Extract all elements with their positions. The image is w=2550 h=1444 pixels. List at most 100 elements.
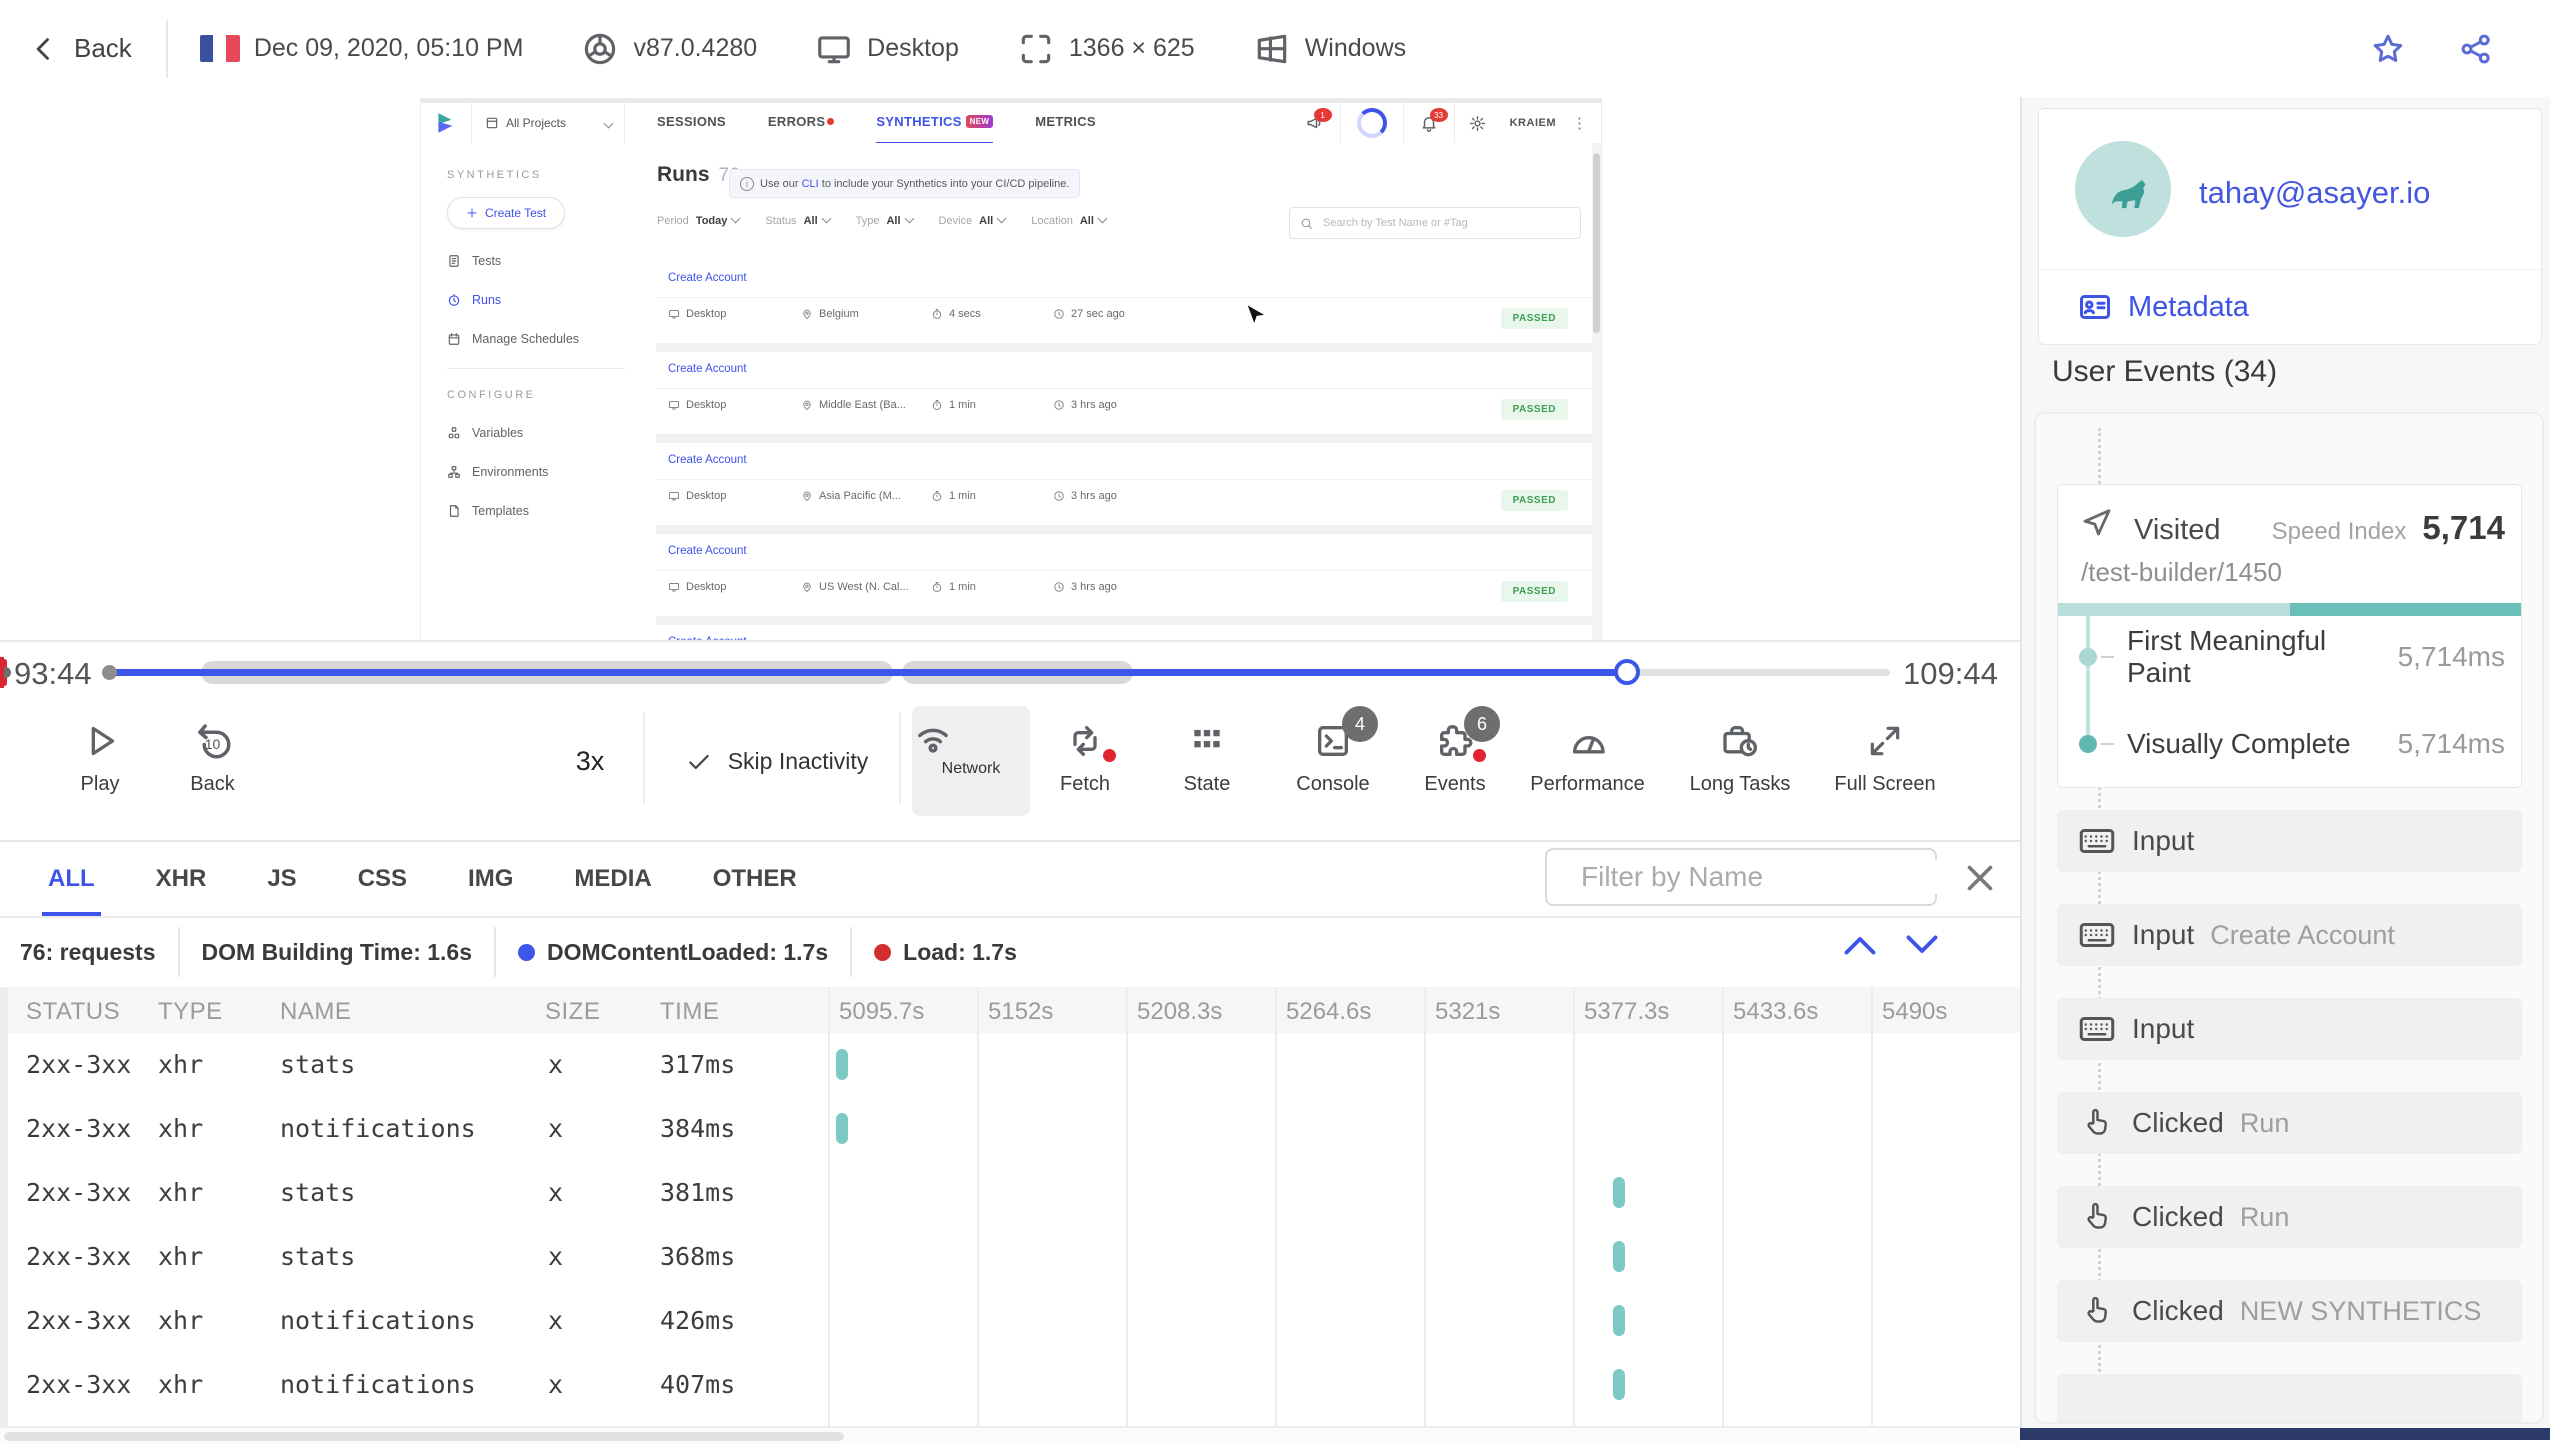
request-name: stats	[280, 1242, 356, 1271]
visited-progress-bar	[2058, 603, 2521, 616]
stopwatch-icon	[932, 582, 942, 592]
network-request-row[interactable]: 2xx-3xx xhr stats x 368ms	[0, 1225, 2020, 1289]
user-event-card[interactable]: Clicked Run	[2057, 1186, 2522, 1248]
long-tasks-panel-button[interactable]: Long Tasks	[1665, 718, 1815, 796]
run-time-ago: 3 hrs ago	[1053, 581, 1117, 593]
request-waterfall-bar	[836, 1049, 848, 1080]
run-test-name: Create Account	[668, 272, 747, 284]
time-axis-tick: 5152s	[977, 987, 1053, 1426]
request-size: x	[548, 1178, 564, 1207]
tab-img[interactable]: IMG	[468, 842, 513, 916]
console-panel-button[interactable]: 4 Console	[1278, 706, 1388, 796]
runs-filters: Period Today Status All Type All Device All	[657, 213, 1108, 227]
table-horizontal-scrollbar[interactable]	[0, 1426, 2020, 1444]
playback-timeline[interactable]: 93:44 109:44	[0, 640, 2020, 702]
event-marker[interactable]	[0, 657, 4, 688]
sidebar-item-variables: Variables	[447, 426, 651, 440]
spinner-icon	[1356, 108, 1387, 138]
share-icon[interactable]	[2458, 31, 2494, 67]
metadata-button[interactable]: Metadata	[2077, 289, 2249, 325]
resolution-info: 1366 × 625	[1017, 30, 1195, 68]
calendar-icon	[448, 333, 460, 345]
tab-js[interactable]: JS	[267, 842, 296, 916]
skip-inactivity-toggle[interactable]: Skip Inactivity	[662, 748, 892, 775]
request-waterfall-bar	[1613, 1241, 1625, 1272]
event-label: Clicked	[2132, 1295, 2224, 1326]
announcements-button: 1	[1290, 108, 1340, 132]
recorded-mouse-cursor-icon	[1244, 302, 1269, 328]
network-filter-field[interactable]	[1545, 848, 1944, 906]
user-event-card[interactable]: Clicked Run	[2057, 1092, 2522, 1154]
user-event-card[interactable]: Input	[2057, 998, 2522, 1060]
user-event-card[interactable]: Input Create Account	[2057, 904, 2522, 966]
tab-xhr[interactable]: XHR	[156, 842, 207, 916]
network-request-row[interactable]: 2xx-3xx xhr stats x 317ms	[0, 1033, 2020, 1097]
network-request-row[interactable]: 2xx-3xx xhr notifications x 426ms	[0, 1289, 2020, 1353]
request-status: 2xx-3xx	[26, 1178, 132, 1207]
events-panel-button[interactable]: 6 Events	[1400, 706, 1510, 796]
visited-event-card[interactable]: Visited Speed Index 5,714 /test-builder/…	[2057, 484, 2522, 788]
network-request-row[interactable]: 2xx-3xx xhr stats x 381ms	[0, 1161, 2020, 1225]
network-filter-input[interactable]	[1579, 860, 1944, 894]
filter-dropdown: Type All	[856, 213, 914, 227]
new-badge: NEW	[965, 115, 994, 128]
back-10s-button[interactable]: 10 Back	[165, 718, 260, 796]
user-email-link[interactable]: tahay@asayer.io	[2199, 175, 2430, 211]
plus-icon	[467, 208, 477, 218]
run-duration: 1 min	[931, 399, 976, 411]
replayed-app-screenshot: All Projects SESSIONS ERRORS SYNTHETICS N…	[420, 98, 1602, 640]
sidebar-section-synthetics: SYNTHETICS	[447, 169, 542, 181]
col-time: TIME	[660, 998, 720, 1025]
request-status: 2xx-3xx	[26, 1050, 132, 1079]
user-event-card[interactable]: Input	[2057, 810, 2522, 872]
prev-chevron-icon[interactable]	[1842, 932, 1878, 958]
user-event-card-partial[interactable]	[2057, 1374, 2522, 1422]
play-button[interactable]: Play	[55, 718, 145, 796]
performance-panel-button[interactable]: Performance	[1510, 718, 1665, 796]
favorite-star-icon[interactable]	[2370, 31, 2406, 67]
network-request-row[interactable]: 2xx-3xx xhr notifications x 407ms	[0, 1353, 2020, 1417]
location-pin-icon	[803, 582, 811, 592]
filter-dropdown: Period Today	[657, 213, 741, 227]
run-location: US West (N. Cal...	[801, 581, 909, 593]
app-sidebar: SYNTHETICS Create Test Tests Runs Manage…	[421, 143, 651, 640]
time-axis-tick: 5095.7s	[828, 987, 924, 1426]
request-size: x	[548, 1050, 564, 1079]
user-event-card[interactable]: Clicked NEW SYNTHETICS	[2057, 1280, 2522, 1342]
speed-toggle[interactable]: 3x	[545, 746, 635, 777]
time-axis-tick: 5433.6s	[1722, 987, 1818, 1426]
back-button[interactable]: Back	[30, 33, 132, 64]
play-icon	[91, 726, 115, 756]
tab-all[interactable]: ALL	[42, 842, 101, 916]
event-label: Clicked	[2132, 1107, 2224, 1138]
session-progress	[1341, 108, 1403, 138]
load-dot-icon	[874, 943, 892, 961]
full-screen-button[interactable]: Full Screen	[1810, 718, 1960, 796]
long-tasks-icon	[1723, 726, 1757, 757]
next-chevron-icon[interactable]	[1904, 932, 1940, 958]
col-type: TYPE	[158, 998, 223, 1025]
network-panel-button[interactable]: Network	[912, 706, 1030, 816]
run-card: Create Account Desktop Asia Pacific (M..…	[656, 443, 1598, 525]
request-name: notifications	[280, 1370, 476, 1399]
tab-other[interactable]: OTHER	[713, 842, 797, 916]
timeline-progress	[112, 669, 1627, 676]
state-panel-button[interactable]: State	[1152, 718, 1262, 796]
runs-list: Create Account Desktop Belgium 4 secs 27…	[656, 261, 1598, 640]
event-label: Input	[2132, 919, 2195, 950]
tab-css[interactable]: CSS	[358, 842, 407, 916]
close-panel-icon[interactable]	[1962, 860, 1998, 896]
asayer-logo-icon	[438, 113, 453, 133]
tab-media[interactable]: MEDIA	[574, 842, 651, 916]
console-count-badge: 4	[1342, 706, 1378, 742]
fetch-panel-button[interactable]: Fetch	[1030, 718, 1140, 796]
errors-dot-icon	[827, 118, 835, 125]
id-card-icon	[2080, 295, 2110, 319]
check-icon	[688, 754, 709, 769]
col-status: STATUS	[26, 998, 121, 1025]
network-request-row[interactable]: 2xx-3xx xhr notifications x 384ms	[0, 1097, 2020, 1161]
playhead-handle[interactable]	[1614, 659, 1640, 685]
user-events-heading: User Events (34)	[2052, 355, 2278, 388]
browser-info: v87.0.4280	[581, 30, 757, 68]
state-icon	[1194, 729, 1220, 748]
